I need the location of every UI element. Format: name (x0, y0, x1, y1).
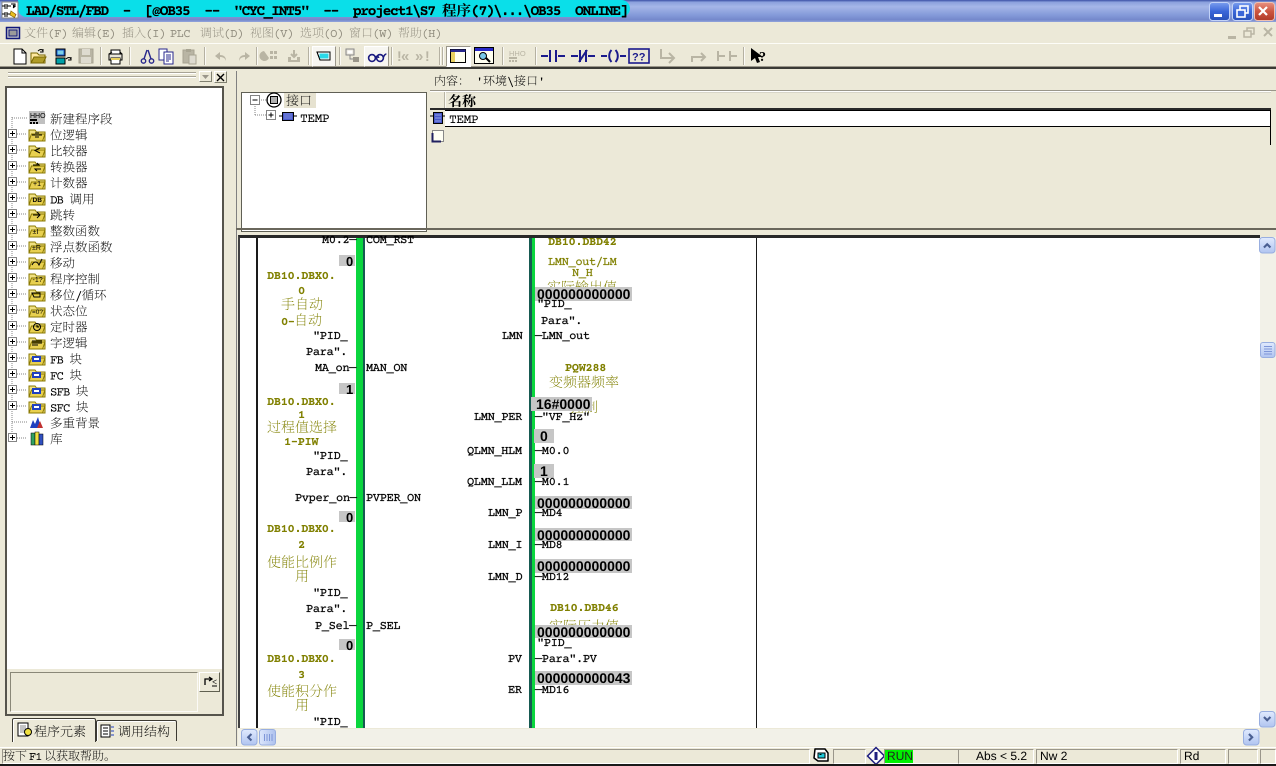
svg-text:±R: ±R (32, 245, 41, 252)
svg-text:+1: +1 (33, 181, 41, 188)
svg-text:??: ?? (632, 52, 646, 64)
svg-text:-1?: -1? (33, 277, 43, 284)
svg-text:HHO: HHO (30, 113, 46, 120)
svg-text:DB: DB (33, 197, 43, 204)
svg-text:?: ? (759, 50, 766, 65)
svg-text:=0?: =0? (32, 309, 43, 316)
svg-text:±I: ±I (33, 229, 39, 236)
svg-text:<: < (212, 677, 217, 687)
svg-text:HHO: HHO (509, 49, 526, 58)
